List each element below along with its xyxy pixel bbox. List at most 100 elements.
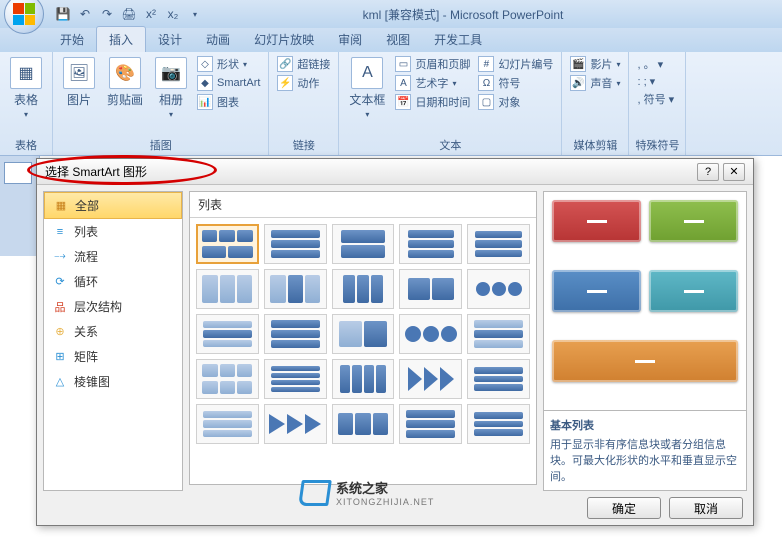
print-icon[interactable]: 🖨 bbox=[120, 5, 138, 23]
help-button[interactable]: ? bbox=[697, 163, 719, 181]
layout-thumb[interactable] bbox=[264, 404, 327, 444]
header-button[interactable]: ▭页眉和页脚 bbox=[393, 55, 472, 73]
layout-thumb[interactable] bbox=[264, 224, 327, 264]
action-icon: ⚡ bbox=[277, 75, 293, 91]
smartart-button[interactable]: ◆SmartArt bbox=[195, 74, 262, 92]
save-icon[interactable]: 💾 bbox=[54, 5, 72, 23]
movie-button[interactable]: 🎬影片▾ bbox=[568, 55, 622, 73]
symbol-button[interactable]: Ω符号 bbox=[476, 74, 555, 92]
group-links: 🔗超链接 ⚡动作 链接 bbox=[269, 52, 339, 155]
layout-thumb[interactable] bbox=[196, 224, 259, 264]
smartart-dialog: 选择 SmartArt 图形 ? ✕ ▦全部≡列表⤍流程⟳循环品层次结构⊕关系⊞… bbox=[36, 158, 754, 526]
tables-button[interactable]: ▦ 表格 ▾ bbox=[6, 55, 46, 135]
chart-button[interactable]: 📊图表 bbox=[195, 93, 262, 111]
layout-thumb[interactable] bbox=[467, 359, 530, 399]
layout-thumb[interactable] bbox=[399, 359, 462, 399]
close-button[interactable]: ✕ bbox=[723, 163, 745, 181]
category-label: 关系 bbox=[74, 323, 98, 340]
shapes-button[interactable]: ◇形状▾ bbox=[195, 55, 262, 73]
watermark-en: XITONGZHIJIA.NET bbox=[336, 497, 434, 507]
cancel-button[interactable]: 取消 bbox=[669, 497, 743, 519]
tab-design[interactable]: 设计 bbox=[146, 27, 194, 52]
tables-label: 表格 bbox=[14, 91, 38, 108]
layout-thumb[interactable] bbox=[264, 359, 327, 399]
layout-thumb[interactable] bbox=[467, 224, 530, 264]
group-tables: ▦ 表格 ▾ 表格 bbox=[0, 52, 53, 155]
object-button[interactable]: ▢对象 bbox=[476, 93, 555, 111]
ribbon-tabs: 开始 插入 设计 动画 幻灯片放映 审阅 视图 开发工具 bbox=[0, 28, 782, 52]
category-item-7[interactable]: △棱锥图 bbox=[44, 369, 182, 394]
layout-thumb[interactable] bbox=[264, 314, 327, 354]
layout-thumb[interactable] bbox=[399, 314, 462, 354]
tab-slideshow[interactable]: 幻灯片放映 bbox=[242, 27, 326, 52]
layout-thumb[interactable] bbox=[196, 314, 259, 354]
category-item-5[interactable]: ⊕关系 bbox=[44, 319, 182, 344]
category-item-2[interactable]: ⤍流程 bbox=[44, 244, 182, 269]
clipart-button[interactable]: 🎨剪贴画 bbox=[103, 55, 147, 135]
sp3[interactable]: , 符号 ▾ bbox=[635, 90, 676, 108]
dialog-titlebar: 选择 SmartArt 图形 ? ✕ bbox=[37, 159, 753, 185]
tab-review[interactable]: 审阅 bbox=[326, 27, 374, 52]
category-item-4[interactable]: 品层次结构 bbox=[44, 294, 182, 319]
textbox-button[interactable]: A文本框▾ bbox=[345, 55, 389, 135]
picture-icon: 🖼 bbox=[63, 57, 95, 89]
tab-home[interactable]: 开始 bbox=[48, 27, 96, 52]
sp2[interactable]: : ; ▾ bbox=[635, 74, 676, 89]
preview-block bbox=[649, 200, 738, 242]
category-item-3[interactable]: ⟳循环 bbox=[44, 269, 182, 294]
group-text-label: 文本 bbox=[345, 135, 555, 155]
category-item-1[interactable]: ≡列表 bbox=[44, 219, 182, 244]
picture-button[interactable]: 🖼图片 bbox=[59, 55, 99, 135]
subscript-icon[interactable]: x₂ bbox=[164, 5, 182, 23]
action-button[interactable]: ⚡动作 bbox=[275, 74, 332, 92]
album-button[interactable]: 📷相册▾ bbox=[151, 55, 191, 135]
category-item-0[interactable]: ▦全部 bbox=[44, 192, 182, 219]
category-item-6[interactable]: ⊞矩阵 bbox=[44, 344, 182, 369]
wordart-button[interactable]: A艺术字▾ bbox=[393, 74, 472, 92]
layout-thumb[interactable] bbox=[399, 269, 462, 309]
layout-thumb[interactable] bbox=[196, 269, 259, 309]
layout-thumb[interactable] bbox=[399, 224, 462, 264]
preview-block bbox=[552, 270, 641, 312]
tab-view[interactable]: 视图 bbox=[374, 27, 422, 52]
layout-thumb[interactable] bbox=[467, 404, 530, 444]
dialog-title-text: 选择 SmartArt 图形 bbox=[45, 163, 147, 180]
layout-thumb[interactable] bbox=[332, 314, 395, 354]
layout-thumb[interactable] bbox=[196, 404, 259, 444]
undo-icon[interactable]: ↶ bbox=[76, 5, 94, 23]
layout-thumb[interactable] bbox=[332, 404, 395, 444]
slidenum-button[interactable]: #幻灯片编号 bbox=[476, 55, 555, 73]
category-label: 全部 bbox=[75, 197, 99, 214]
layout-thumb[interactable] bbox=[399, 404, 462, 444]
layout-thumb[interactable] bbox=[196, 359, 259, 399]
tab-devtools[interactable]: 开发工具 bbox=[422, 27, 494, 52]
group-media-label: 媒体剪辑 bbox=[568, 135, 622, 155]
layout-thumb[interactable] bbox=[467, 269, 530, 309]
sound-icon: 🔊 bbox=[570, 75, 586, 91]
tab-insert[interactable]: 插入 bbox=[96, 26, 146, 52]
tab-animation[interactable]: 动画 bbox=[194, 27, 242, 52]
preview-title: 基本列表 bbox=[550, 417, 740, 433]
category-icon: ⊞ bbox=[52, 349, 68, 365]
hyperlink-button[interactable]: 🔗超链接 bbox=[275, 55, 332, 73]
watermark-cn: 系统之家 bbox=[336, 478, 434, 497]
preview-block bbox=[552, 200, 641, 242]
watermark-logo-icon bbox=[300, 480, 330, 506]
layout-thumb[interactable] bbox=[467, 314, 530, 354]
group-tables-label: 表格 bbox=[6, 135, 46, 155]
sound-button[interactable]: 🔊声音▾ bbox=[568, 74, 622, 92]
qat-dropdown-icon[interactable]: ▾ bbox=[186, 5, 204, 23]
preview-text: 用于显示非有序信息块或者分组信息块。可最大化形状的水平和垂直显示空间。 bbox=[550, 436, 740, 484]
layout-thumb[interactable] bbox=[332, 269, 395, 309]
slide-thumb-1[interactable] bbox=[4, 162, 32, 184]
category-label: 棱锥图 bbox=[74, 373, 110, 390]
datetime-button[interactable]: 📅日期和时间 bbox=[393, 93, 472, 111]
layout-thumb[interactable] bbox=[332, 224, 395, 264]
superscript-icon[interactable]: x² bbox=[142, 5, 160, 23]
layout-thumb[interactable] bbox=[332, 359, 395, 399]
chart-icon: 📊 bbox=[197, 94, 213, 110]
redo-icon[interactable]: ↷ bbox=[98, 5, 116, 23]
ok-button[interactable]: 确定 bbox=[587, 497, 661, 519]
layout-thumb[interactable] bbox=[264, 269, 327, 309]
sp1[interactable]: , 。 ▾ bbox=[635, 55, 676, 73]
